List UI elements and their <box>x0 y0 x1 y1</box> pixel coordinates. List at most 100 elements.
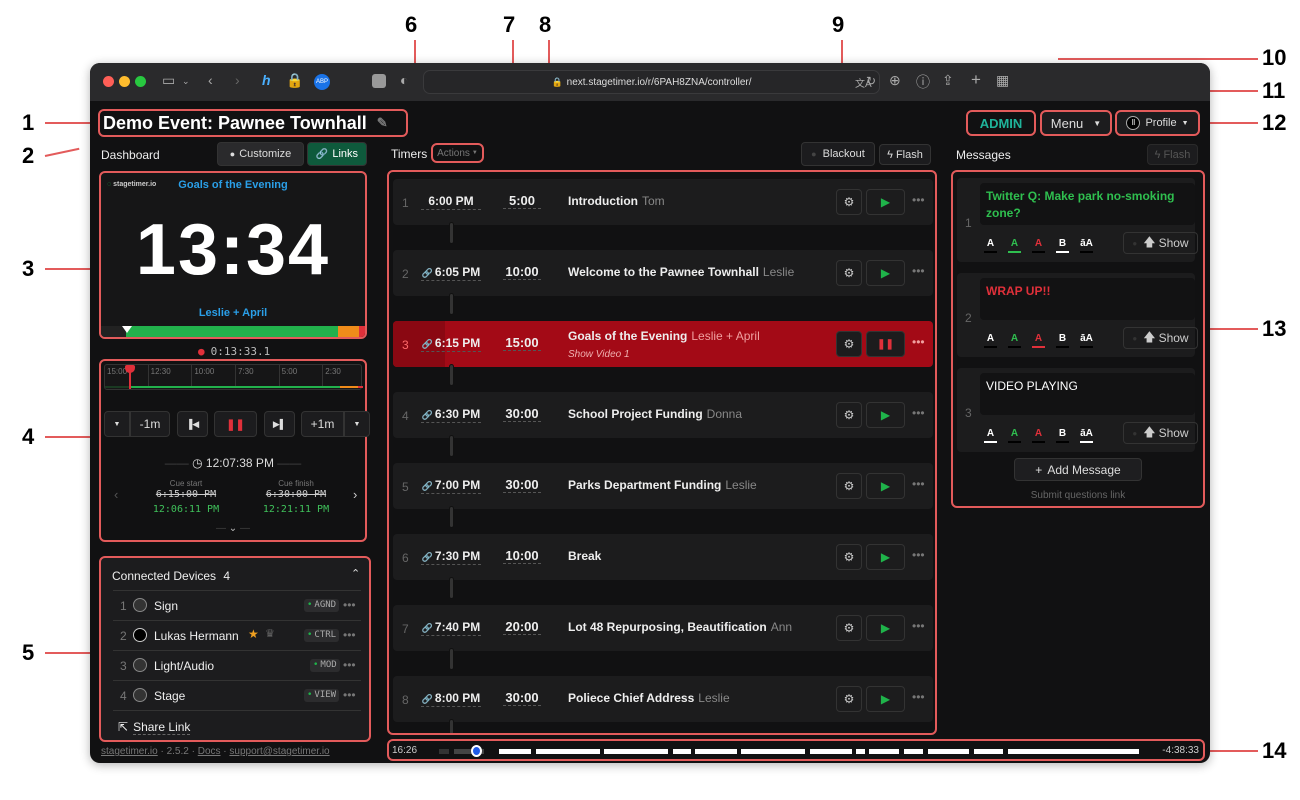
format-green-button[interactable]: A <box>1008 333 1021 348</box>
event-timeline-bar[interactable]: 16:26 -4:38:33 <box>387 739 1205 761</box>
format-white-button[interactable]: A <box>984 238 997 253</box>
url-bar[interactable]: 🔒 next.stagetimer.io/r/6PAH8ZNA/controll… <box>423 70 880 94</box>
format-white-button[interactable]: A <box>984 428 997 443</box>
timer-play-button[interactable]: ▶ <box>866 402 905 428</box>
back-icon[interactable]: ‹ <box>208 72 213 88</box>
timer-start-time[interactable]: 🔗 8:00 PM <box>421 691 481 707</box>
share-link-button[interactable]: ⇱ Share Link <box>118 720 191 735</box>
timer-row[interactable]: 4 🔗 6:30 PM 30:00 School Project Funding Donn… <box>393 392 933 438</box>
timer-duration[interactable]: 30:00 <box>503 690 541 706</box>
minimize-window-button[interactable] <box>119 76 130 87</box>
timer-settings-button[interactable]: ⚙ <box>836 260 862 286</box>
format-case-button[interactable]: āA <box>1080 333 1093 348</box>
timeline-scrubber[interactable]: 15:00 12:30 10:00 7:30 5:00 2:30 <box>104 364 363 390</box>
more-options-icon[interactable]: ••• <box>343 628 356 642</box>
timer-play-button[interactable]: ▶ <box>866 544 905 570</box>
timer-settings-button[interactable]: ⚙ <box>836 402 862 428</box>
pause-button[interactable]: ❚❚ <box>214 411 257 437</box>
more-options-icon[interactable]: ••• <box>912 619 925 633</box>
message-input[interactable]: Twitter Q: Make park no-smoking zone? <box>980 183 1195 225</box>
profile-dropdown[interactable]: Ⅱ Profile ▼ <box>1115 110 1200 136</box>
timer-title[interactable]: Break <box>568 549 605 563</box>
format-red-button[interactable]: A <box>1032 333 1045 348</box>
share-icon[interactable]: ⇪ <box>942 72 954 89</box>
new-tab-icon[interactable]: + <box>971 70 981 90</box>
timer-start-time[interactable]: 6:00 PM <box>421 194 481 210</box>
message-input[interactable]: WRAP UP!! <box>980 278 1195 320</box>
subtract-dropdown-button[interactable]: ▼ <box>104 411 130 437</box>
more-options-icon[interactable]: ••• <box>912 548 925 562</box>
more-options-icon[interactable]: ••• <box>343 658 356 672</box>
timer-duration[interactable]: 5:00 <box>503 193 541 209</box>
devices-header[interactable]: Connected Devices 4 <box>112 569 230 583</box>
footer-support-link[interactable]: support@stagetimer.io <box>229 746 329 757</box>
pencil-icon[interactable]: ✎ <box>377 115 388 131</box>
extension-icon[interactable] <box>372 74 386 88</box>
extension-h-icon[interactable]: h <box>262 72 271 88</box>
format-red-button[interactable]: A <box>1032 238 1045 253</box>
timer-settings-button[interactable]: ⚙ <box>836 615 862 641</box>
timer-row[interactable]: 6 🔗 7:30 PM 10:00 Break ⚙ ▶ ••• <box>393 534 933 580</box>
add-message-button[interactable]: + Add Message <box>1014 458 1142 481</box>
event-title[interactable]: Demo Event: Pawnee Townhall ✎ <box>98 109 408 137</box>
playhead-marker-icon[interactable] <box>125 365 135 389</box>
more-options-icon[interactable]: ••• <box>912 406 925 420</box>
timer-start-time[interactable]: 🔗 6:05 PM <box>421 265 481 281</box>
timer-play-button[interactable]: ▶ <box>866 686 905 712</box>
timer-start-time[interactable]: 🔗 7:30 PM <box>421 549 481 565</box>
timer-settings-button[interactable]: ⚙ <box>836 544 862 570</box>
timer-title[interactable]: Introduction Tom <box>568 194 665 208</box>
format-bold-button[interactable]: B <box>1056 238 1069 253</box>
timer-title[interactable]: School Project Funding Donna <box>568 407 742 421</box>
timer-start-time[interactable]: 🔗 6:15 PM <box>421 336 481 352</box>
add-minute-button[interactable]: +1m <box>301 411 344 437</box>
timer-duration[interactable]: 20:00 <box>503 619 541 635</box>
timer-title[interactable]: Goals of the Evening Leslie + April <box>568 329 760 343</box>
download-icon[interactable]: ⊕ <box>889 72 901 89</box>
collapse-chevron-icon[interactable]: ⌃ <box>351 567 360 580</box>
timeline-playhead-icon[interactable] <box>471 745 482 757</box>
password-lock-icon[interactable]: 🔒 <box>286 72 303 89</box>
timer-title[interactable]: Lot 48 Repurposing, Beautification Ann <box>568 620 792 634</box>
format-case-button[interactable]: āA <box>1080 238 1093 253</box>
close-window-button[interactable] <box>103 76 114 87</box>
timer-duration[interactable]: 30:00 <box>503 406 541 422</box>
forward-icon[interactable]: › <box>235 72 240 88</box>
menu-dropdown[interactable]: Menu ▼ <box>1040 110 1112 136</box>
timer-play-button[interactable]: ▶ <box>866 260 905 286</box>
timer-start-time[interactable]: 🔗 7:00 PM <box>421 478 481 494</box>
tab-overview-icon[interactable]: ▦ <box>996 72 1009 89</box>
customize-button[interactable]: ● Customize <box>217 142 304 166</box>
timer-row[interactable]: 3 🔗 6:15 PM 15:00 Goals of the Evening Leslie… <box>393 321 933 367</box>
more-options-icon[interactable]: ••• <box>912 193 925 207</box>
timer-duration[interactable]: 30:00 <box>503 477 541 493</box>
cue-prev-icon[interactable]: ‹ <box>114 487 118 502</box>
timer-pause-button[interactable]: ❚❚ <box>866 331 905 357</box>
timer-settings-button[interactable]: ⚙ <box>836 473 862 499</box>
cue-next-icon[interactable]: › <box>353 487 357 502</box>
timer-play-button[interactable]: ▶ <box>866 189 905 215</box>
info-icon[interactable]: ⓘ <box>916 72 930 92</box>
footer-docs-link[interactable]: Docs <box>198 746 221 757</box>
links-button[interactable]: 🔗 Links <box>307 142 367 166</box>
show-message-button[interactable]: ● 🡅 Show <box>1123 422 1198 444</box>
more-options-icon[interactable]: ••• <box>343 598 356 612</box>
admin-badge[interactable]: ADMIN <box>966 110 1036 136</box>
format-bold-button[interactable]: B <box>1056 428 1069 443</box>
expand-chevron-icon[interactable]: — ⌄ — <box>101 523 365 534</box>
next-cue-button[interactable]: ▶▌ <box>264 411 295 437</box>
show-message-button[interactable]: ● 🡅 Show <box>1123 327 1198 349</box>
flash-timer-button[interactable]: ϟ Flash <box>879 144 931 165</box>
timer-play-button[interactable]: ▶ <box>866 615 905 641</box>
format-green-button[interactable]: A <box>1008 238 1021 253</box>
timer-settings-button[interactable]: ⚙ <box>836 331 862 357</box>
format-bold-button[interactable]: B <box>1056 333 1069 348</box>
flash-message-button[interactable]: ϟ Flash <box>1147 144 1198 165</box>
timer-row[interactable]: 7 🔗 7:40 PM 20:00 Lot 48 Repurposing, Beauti… <box>393 605 933 651</box>
more-options-icon[interactable]: ••• <box>912 477 925 491</box>
actions-dropdown[interactable]: Actions ▼ <box>431 143 484 163</box>
submit-questions-link[interactable]: Submit questions link <box>953 490 1203 501</box>
timer-preview[interactable]: ◌ stagetimer.io Goals of the Evening 13:… <box>99 171 367 339</box>
adblock-icon[interactable]: ABP <box>314 74 330 90</box>
shield-icon[interactable]: ◐ <box>400 72 408 88</box>
